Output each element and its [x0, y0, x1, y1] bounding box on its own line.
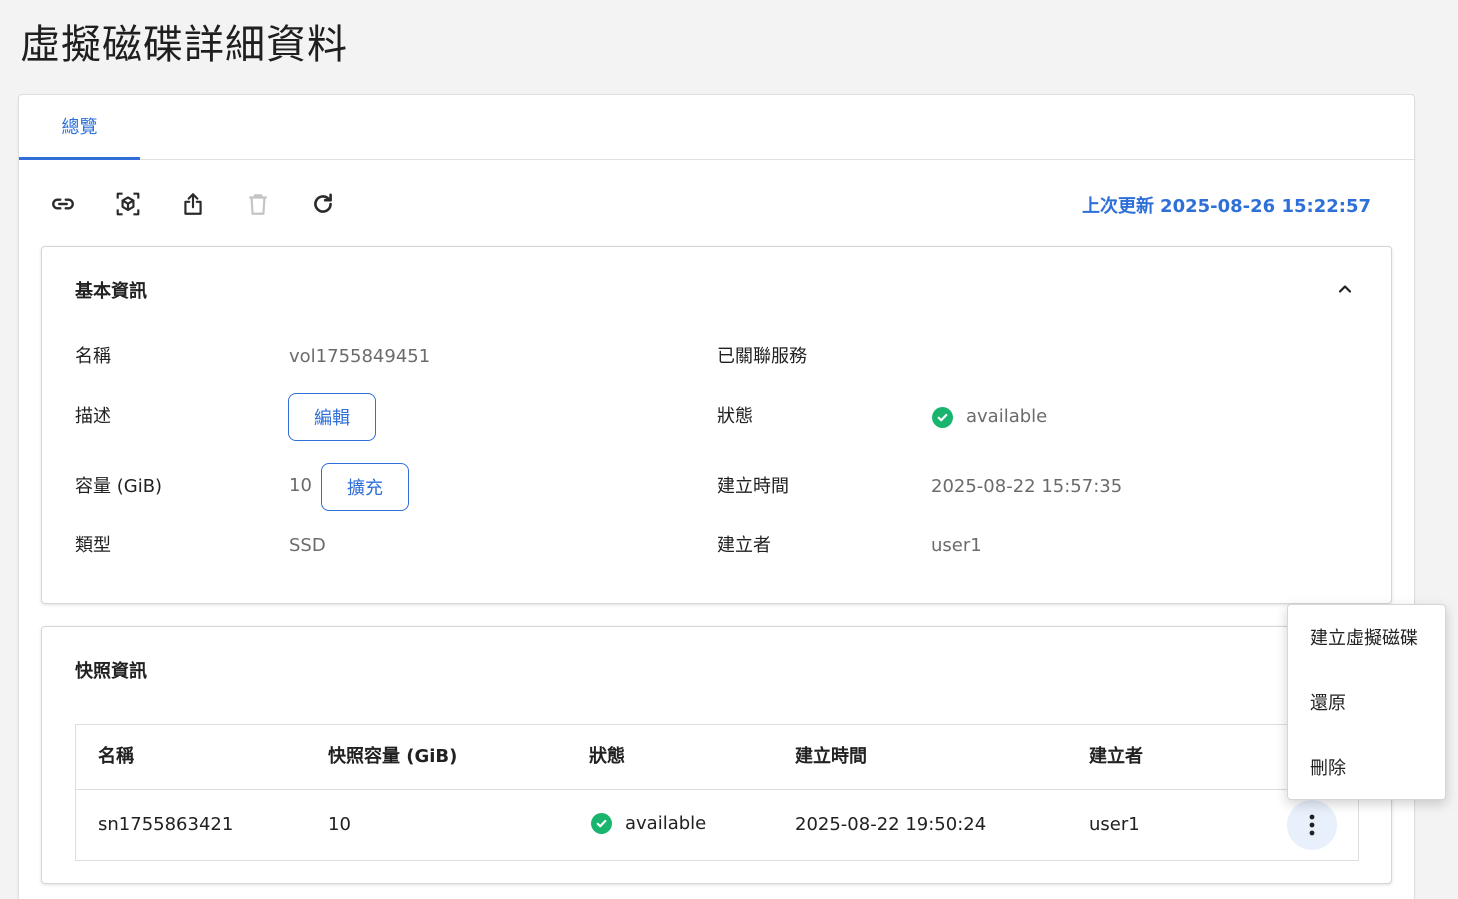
type-label: 類型 [75, 535, 111, 556]
table-header: 名稱 快照容量 (GiB) 狀態 建立時間 建立者 [76, 725, 1358, 790]
basic-info-title: 基本資訊 [75, 281, 147, 302]
refresh-icon [314, 193, 332, 213]
trash-icon [249, 194, 267, 215]
share-button[interactable] [175, 186, 211, 222]
check-circle-icon [932, 406, 953, 428]
check-circle-icon [591, 813, 612, 834]
status-label: 狀態 [717, 406, 753, 427]
last-update-text: 上次更新 2025-08-26 15:22:57 [1082, 192, 1371, 218]
snapshot-creator: user1 [1089, 814, 1140, 835]
creator-value: user1 [931, 535, 982, 556]
delete-button[interactable] [240, 186, 276, 222]
snapshot-table: 名稱 快照容量 (GiB) 狀態 建立時間 建立者 sn1755863421 1… [75, 724, 1359, 861]
name-value: vol1755849451 [289, 346, 431, 367]
snapshot-status-text: available [625, 813, 707, 834]
capacity-label: 容量 (GiB) [75, 476, 163, 497]
capacity-value: 10 [289, 475, 312, 496]
volume-cube-icon [116, 192, 140, 216]
link-icon [52, 198, 74, 210]
column-header-status: 狀態 [589, 746, 625, 767]
tab-overview[interactable]: 總覽 [19, 95, 140, 160]
edit-description-button[interactable]: 編輯 [288, 393, 376, 441]
status-indicator: available [932, 405, 1047, 429]
row-actions-button[interactable] [1287, 800, 1337, 850]
creator-label: 建立者 [717, 535, 771, 556]
column-header-created-time: 建立時間 [795, 746, 867, 767]
snapshot-status: available [591, 813, 706, 834]
created-time-value: 2025-08-22 15:57:35 [931, 476, 1123, 497]
column-header-creator: 建立者 [1089, 746, 1143, 767]
snapshot-size: 10 [328, 814, 351, 835]
type-value: SSD [289, 535, 326, 556]
last-update-label: 上次更新 [1082, 196, 1155, 217]
last-update-value: 2025-08-26 15:22:57 [1160, 196, 1371, 217]
tab-bar: 總覽 [19, 95, 1414, 160]
expand-capacity-button[interactable]: 擴充 [321, 463, 409, 511]
refresh-button[interactable] [305, 186, 341, 222]
created-time-label: 建立時間 [717, 476, 789, 497]
share-icon [184, 193, 202, 215]
page-title: 虛擬磁碟詳細資料 [20, 22, 348, 68]
collapse-button[interactable] [1331, 275, 1359, 303]
name-label: 名稱 [75, 346, 111, 367]
description-label: 描述 [75, 406, 111, 427]
row-actions-menu: 建立虛擬磁碟 還原 刪除 [1287, 604, 1446, 800]
toolbar: 上次更新 2025-08-26 15:22:57 [19, 160, 1414, 246]
menu-item-create-volume[interactable]: 建立虛擬磁碟 [1288, 605, 1445, 669]
snapshot-info-section: 快照資訊 名稱 快照容量 (GiB) 狀態 建立時間 建立者 sn1755863… [41, 626, 1392, 884]
snapshot-name: sn1755863421 [98, 814, 234, 835]
column-header-name: 名稱 [98, 746, 134, 767]
basic-info-section: 基本資訊 名稱 vol1755849451 描述 編輯 容量 (GiB) 10 … [41, 246, 1392, 604]
snapshot-info-title: 快照資訊 [75, 661, 147, 682]
status-value: available [966, 406, 1048, 427]
chevron-up-icon [1338, 285, 1352, 293]
column-header-size: 快照容量 (GiB) [328, 746, 458, 767]
kebab-menu-icon [1309, 814, 1315, 836]
snapshot-created-time: 2025-08-22 19:50:24 [795, 814, 987, 835]
menu-item-delete[interactable]: 刪除 [1288, 735, 1445, 799]
menu-item-restore[interactable]: 還原 [1288, 670, 1445, 734]
linked-service-label: 已關聯服務 [717, 346, 807, 367]
table-row: sn1755863421 10 available 2025-08-22 19:… [76, 790, 1358, 861]
link-button[interactable] [45, 186, 81, 222]
attach-volume-button[interactable] [110, 186, 146, 222]
